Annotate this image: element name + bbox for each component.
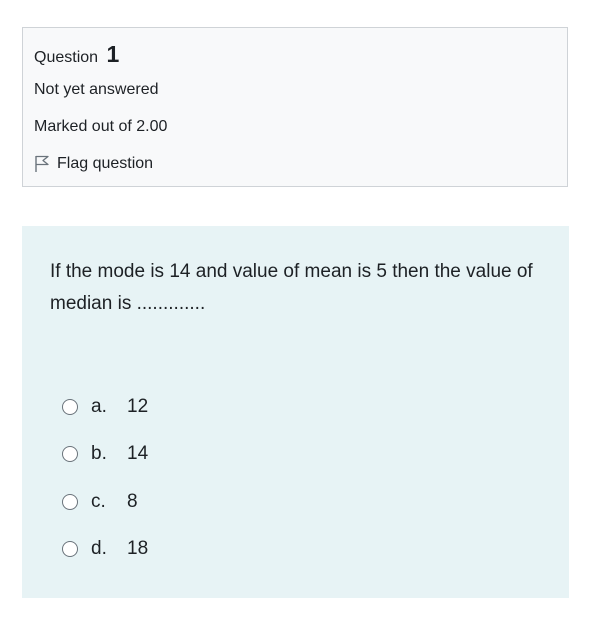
question-grade: Marked out of 2.00: [34, 118, 168, 135]
answer-letter: a.: [91, 396, 107, 417]
answer-letter: b.: [91, 443, 107, 464]
radio-button-d[interactable]: [62, 541, 78, 557]
question-info-panel: Question 1 Not yet answered Marked out o…: [22, 27, 568, 187]
answer-letter: c.: [91, 491, 106, 512]
radio-button-a[interactable]: [62, 399, 78, 415]
question-content: If the mode is 14 and value of mean is 5…: [22, 226, 569, 598]
answer-value: 18: [127, 538, 149, 559]
question-text: If the mode is 14 and value of mean is 5…: [50, 261, 533, 314]
question-label: Question: [34, 49, 99, 66]
question-heading: Question 1: [34, 41, 119, 68]
answer-letter: d.: [91, 538, 107, 559]
answer-value: 12: [127, 396, 149, 417]
flag-icon: [34, 155, 50, 173]
answer-value: 8: [127, 491, 138, 512]
answer-value: 14: [127, 443, 149, 464]
answer-option-a[interactable]: a. 12: [62, 396, 148, 418]
answer-option-c[interactable]: c. 8: [62, 491, 138, 513]
answer-option-d[interactable]: d. 18: [62, 538, 148, 560]
flag-question-button[interactable]: Flag question: [34, 155, 153, 173]
radio-button-c[interactable]: [62, 494, 78, 510]
question-state: Not yet answered: [34, 81, 159, 98]
question-number: 1: [106, 41, 120, 67]
flag-question-label: Flag question: [57, 155, 154, 172]
radio-button-b[interactable]: [62, 446, 78, 462]
answer-option-b[interactable]: b. 14: [62, 443, 148, 465]
